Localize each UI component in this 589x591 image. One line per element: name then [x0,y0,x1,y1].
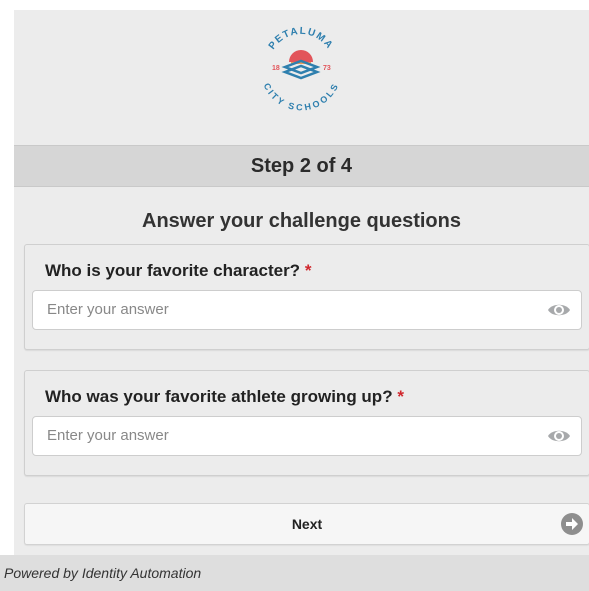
logo-arc-bottom-text: CITY SCHOOLS [262,82,340,112]
page-heading: Answer your challenge questions [142,210,461,232]
challenge-question-card: Who was your favorite athlete growing up… [24,370,589,476]
question-text: Who is your favorite character? [45,261,301,280]
logo-year-right: 73 [323,65,331,72]
svg-text:PETALUMA: PETALUMA [267,26,336,52]
eye-icon[interactable] [547,426,571,446]
challenge-question-card: Who is your favorite character? * [24,244,589,350]
answer-field-wrapper [32,290,582,330]
next-button-label: Next [291,516,323,532]
answer-input-1[interactable] [33,291,537,327]
footer: Powered by Identity Automation [0,555,589,591]
powered-by-text: Powered by Identity Automation [4,565,202,581]
logo-arc-top-text: PETALUMA [267,26,334,52]
required-asterisk: * [304,261,312,280]
step-label: Step 2 of 4 [250,154,353,177]
arrow-right-circle-icon [561,513,583,535]
step-indicator: Step 2 of 4 [14,145,589,187]
eye-icon[interactable] [547,300,571,320]
answer-input-2[interactable] [33,417,537,453]
question-label: Who is your favorite character? * [45,261,311,281]
next-button[interactable]: Next [24,503,589,545]
svg-text:CITY SCHOOLS: CITY SCHOOLS [262,82,341,112]
logo-emblem-icon [281,50,321,80]
login-panel: PETALUMA CITY SCHOOLS 18 73 Step 2 of 4 … [14,10,589,591]
petaluma-city-schools-logo: PETALUMA CITY SCHOOLS 18 73 [262,26,341,112]
answer-field-wrapper [32,416,582,456]
logo-year-left: 18 [272,65,280,72]
question-text: Who was your favorite athlete growing up… [45,387,393,406]
required-asterisk: * [397,387,404,406]
question-label: Who was your favorite athlete growing up… [45,387,404,407]
logo-area: PETALUMA CITY SCHOOLS 18 73 [14,10,589,144]
